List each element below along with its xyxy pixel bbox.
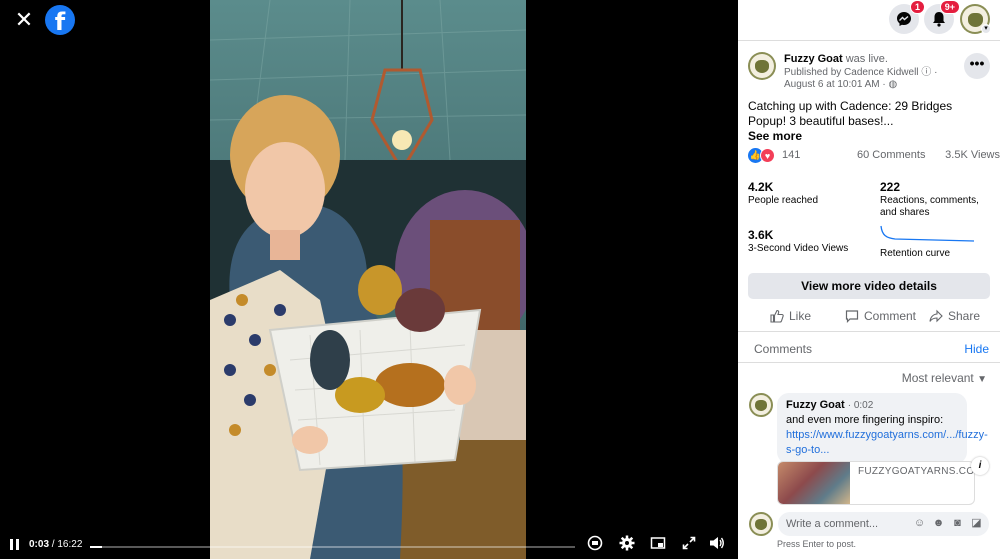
top-bar: 1 9+ ▾ <box>738 0 1000 41</box>
post-actions: Like Comment Share <box>748 303 990 329</box>
reaction-count[interactable]: 141 <box>782 149 800 161</box>
caret-down-icon: ▼ <box>977 374 987 385</box>
actions-divider <box>738 331 1000 332</box>
video-area[interactable]: ✕ f 0:03 / 16:22 <box>0 0 738 559</box>
like-label: Like <box>789 309 812 323</box>
page-name-link[interactable]: Fuzzy Goat <box>784 53 843 65</box>
stat-engagement: 222 Reactions, comments, and shares <box>880 180 990 219</box>
reactions-row: 👍 ♥ 141 60 Comments 3.5K Views <box>748 148 1000 164</box>
comment-text: and even more fingering inspiro: <box>786 414 944 426</box>
share-button[interactable]: Share <box>929 303 980 329</box>
comment-input[interactable]: Write a comment... ☺ ☻ ◙ ◪ <box>778 512 989 536</box>
comment-link[interactable]: https://www.fuzzygoatyarns.com/.../fuzzy… <box>786 429 988 456</box>
post-meta: Fuzzy Goat was live. Published by Cadenc… <box>784 53 938 90</box>
post-text: Catching up with Cadence: 29 Bridges Pop… <box>748 99 953 128</box>
fullscreen-icon[interactable] <box>679 535 699 555</box>
seek-bar-fill <box>90 546 102 548</box>
messenger-icon <box>897 12 911 26</box>
sort-dropdown[interactable]: Most relevant ▼ <box>902 371 987 385</box>
link-preview-domain: FUZZYGOATYARNS.COM <box>858 466 975 477</box>
like-button[interactable]: Like <box>770 303 811 329</box>
info-icon[interactable]: ⓘ <box>921 67 931 78</box>
composer-hint: Press Enter to post. <box>777 539 857 549</box>
duration: 16:22 <box>57 539 83 550</box>
reach-value: 4.2K <box>748 180 774 194</box>
player-controls: 0:03 / 16:22 <box>0 531 738 559</box>
stat-retention: Retention curve <box>880 225 975 260</box>
notifications-badge: 9+ <box>939 0 960 14</box>
love-reaction-icon[interactable]: ♥ <box>760 148 775 163</box>
comment-input-placeholder: Write a comment... <box>786 518 879 530</box>
video-viewer-page: ✕ f 0:03 / 16:22 1 9+ ▾ Fuzzy Goat was l… <box>0 0 1000 559</box>
settings-gear-icon[interactable] <box>617 535 637 555</box>
more-options-button[interactable]: ••• <box>964 53 990 79</box>
sticker-icon[interactable]: ◪ <box>970 517 983 530</box>
views-count: 3.5K Views <box>945 149 1000 161</box>
comment-timestamp[interactable]: 0:02 <box>854 400 873 411</box>
comment-author[interactable]: Fuzzy Goat <box>786 399 845 411</box>
seek-bar[interactable] <box>90 546 575 548</box>
comment-icon <box>845 310 859 323</box>
retention-label: Retention curve <box>880 248 951 259</box>
sort-label: Most relevant <box>901 371 974 385</box>
comment-composer: Write a comment... ☺ ☻ ◙ ◪ <box>749 512 989 536</box>
post-date[interactable]: August 6 at 10:01 AM <box>784 79 880 90</box>
comments-divider <box>738 362 1000 363</box>
share-label: Share <box>948 309 981 323</box>
mini-player-icon[interactable] <box>648 535 668 555</box>
post-side-panel: 1 9+ ▾ Fuzzy Goat was live. Published by… <box>738 0 1000 559</box>
volume-icon[interactable] <box>707 535 727 555</box>
video-frame[interactable] <box>210 0 526 559</box>
current-time: 0:03 <box>29 539 50 550</box>
composer-avatar <box>749 512 773 536</box>
info-icon[interactable]: i <box>971 457 989 475</box>
comments-heading: Comments <box>754 342 813 356</box>
close-icon[interactable]: ✕ <box>12 8 36 32</box>
post-body: Catching up with Cadence: 29 Bridges Pop… <box>748 99 992 144</box>
thumbs-up-icon <box>770 309 784 323</box>
messenger-button[interactable]: 1 <box>889 0 925 34</box>
hide-comments-link[interactable]: Hide <box>964 342 989 356</box>
comment-button[interactable]: Comment <box>845 303 916 329</box>
comment-bubble: Fuzzy Goat · 0:02 and even more fingerin… <box>777 393 988 464</box>
views3s-label: 3-Second Video Views <box>748 243 849 254</box>
views3s-value: 3.6K <box>748 228 774 242</box>
engagement-value: 222 <box>880 180 901 194</box>
captions-icon[interactable] <box>585 535 605 555</box>
account-menu-chevron-icon[interactable]: ▾ <box>981 24 991 34</box>
published-by: Published by Cadence Kidwell <box>784 67 919 78</box>
facebook-logo[interactable]: f <box>45 5 75 35</box>
comment-label: Comment <box>864 309 917 323</box>
link-preview-thumbnail <box>778 462 850 504</box>
avatar-sticker-icon[interactable]: ☺ <box>913 517 926 530</box>
messenger-badge: 1 <box>909 0 925 14</box>
notifications-button[interactable]: 9+ <box>924 0 960 34</box>
pause-icon[interactable] <box>8 537 22 551</box>
comments-count[interactable]: 60 Comments <box>857 149 925 161</box>
post-action: was live. <box>845 53 888 65</box>
comment-author-avatar[interactable] <box>749 393 773 417</box>
retention-curve-sparkline <box>880 225 975 242</box>
reach-label: People reached <box>748 195 819 206</box>
time-readout: 0:03 / 16:22 <box>29 539 82 550</box>
globe-icon: ◍ <box>888 79 898 90</box>
page-avatar[interactable] <box>748 52 776 80</box>
emoji-icon[interactable]: ☻ <box>932 517 945 530</box>
engagement-label: Reactions, comments, and shares <box>880 195 979 218</box>
stat-reach: 4.2K People reached <box>748 180 818 207</box>
view-details-button[interactable]: View more video details <box>748 273 990 299</box>
stat-3s-views: 3.6K 3-Second Video Views <box>748 228 848 255</box>
video-still <box>210 0 526 559</box>
camera-icon[interactable]: ◙ <box>951 517 964 530</box>
link-preview-card[interactable]: FUZZYGOATYARNS.COM <box>777 461 975 505</box>
see-more-link[interactable]: See more <box>748 129 992 144</box>
share-icon <box>929 309 943 323</box>
